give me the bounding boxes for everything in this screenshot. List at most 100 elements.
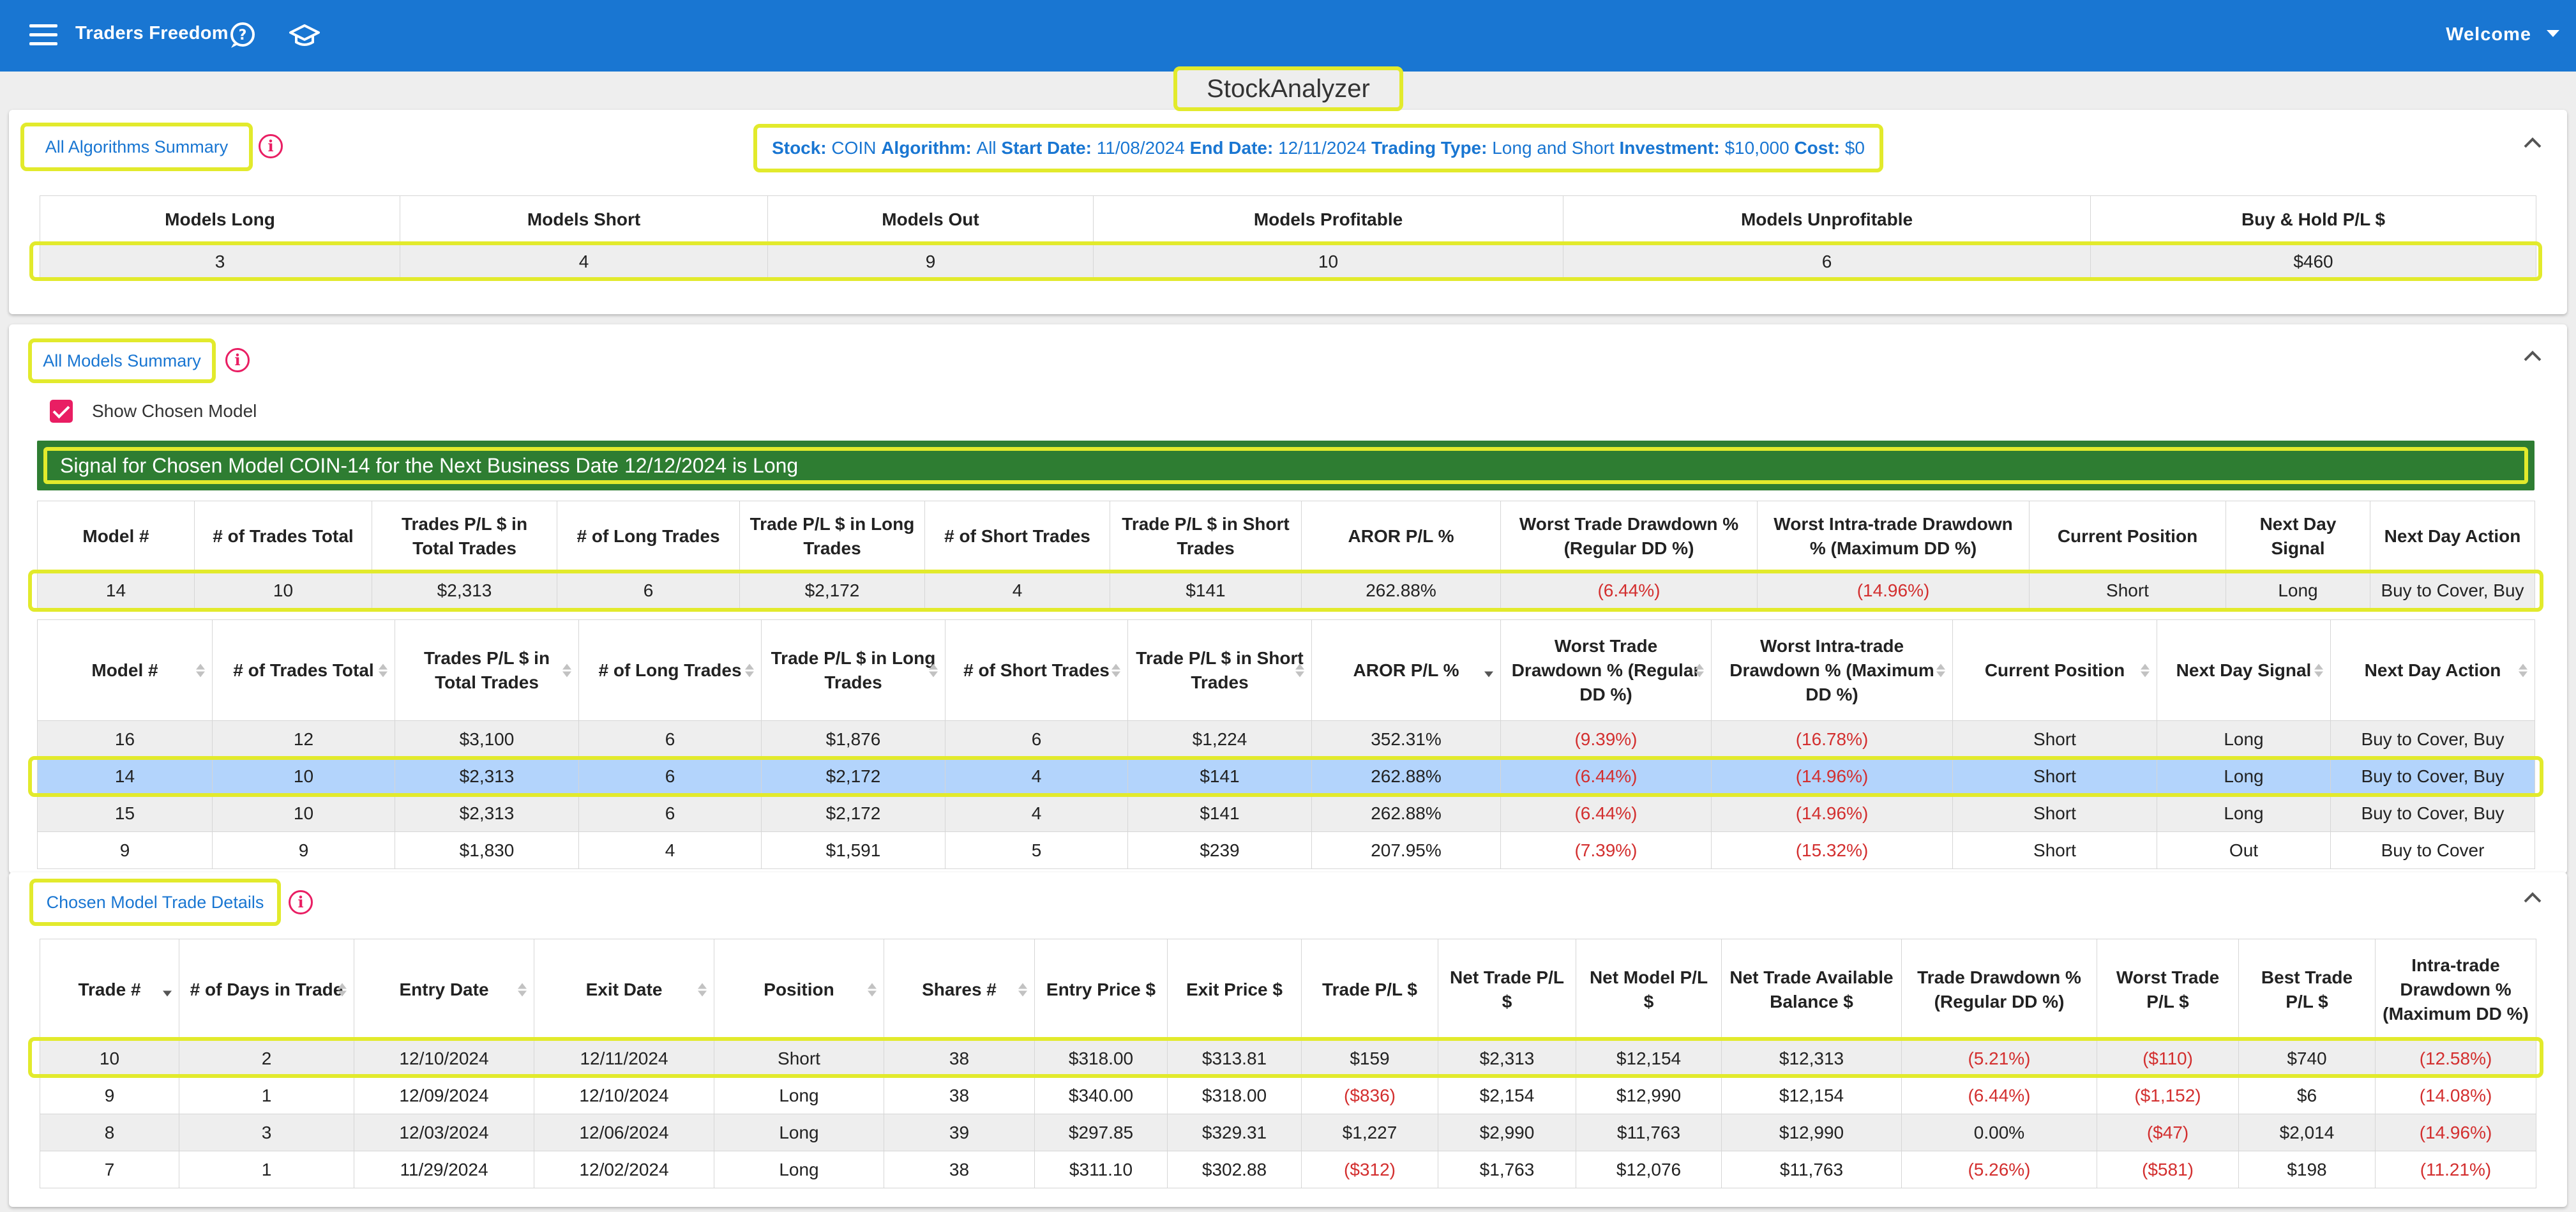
column-header-trade-pl-short[interactable]: Trade P/L $ in Short Trades (1127, 619, 1312, 721)
sort-icon[interactable] (1694, 662, 1705, 679)
cell: (12.58%) (2375, 1040, 2536, 1077)
table-row[interactable]: 10 2 12/10/2024 12/11/2024 Short 38 $318… (40, 1040, 2536, 1077)
cell: 6 (578, 720, 762, 758)
show-chosen-model-checkbox[interactable] (50, 400, 73, 423)
sort-icon[interactable] (744, 662, 755, 679)
sort-icon[interactable] (195, 662, 206, 679)
column-header-worst-intra-dd[interactable]: Worst Intra-trade Drawdown % (Maximum DD… (1711, 619, 1953, 721)
column-header-trade-pl[interactable]: Trade P/L $ (1301, 939, 1438, 1040)
school-icon[interactable] (289, 22, 320, 50)
cell: 12/11/2024 (534, 1040, 714, 1077)
info-icon[interactable]: i (259, 134, 283, 158)
column-header-current-position[interactable]: Current Position (1952, 619, 2157, 721)
sort-icon[interactable] (517, 981, 527, 998)
table-row-selected[interactable]: 14 10 $2,313 6 $2,172 4 $141 262.88% (6.… (37, 757, 2535, 795)
column-header-next-day-action[interactable]: Next Day Action (2330, 619, 2535, 721)
cell: Short (1952, 831, 2157, 869)
sort-icon[interactable] (562, 662, 572, 679)
column-header-model-number[interactable]: Model # (37, 619, 213, 721)
column-header-next-day-signal[interactable]: Next Day Signal (2157, 619, 2331, 721)
sort-icon[interactable] (1295, 662, 1305, 679)
cell: (15.32%) (1711, 831, 1953, 869)
column-header-trade-pl-long[interactable]: Trade P/L $ in Long Trades (761, 619, 945, 721)
header-label: Trade # (78, 979, 141, 999)
collapse-icon[interactable] (2522, 135, 2543, 151)
header-label: Exit Price $ (1186, 979, 1283, 999)
chosen-model-trade-details-button[interactable]: Chosen Model Trade Details (29, 879, 281, 926)
cell: (6.44%) (1500, 794, 1712, 832)
column-header-worst-trade-dd[interactable]: Worst Trade Drawdown % (Regular DD %) (1500, 619, 1712, 721)
table-row[interactable]: 8 3 12/03/2024 12/06/2024 Long 39 $297.8… (40, 1114, 2536, 1151)
collapse-icon[interactable] (2522, 890, 2543, 905)
table-row[interactable]: 7 1 11/29/2024 12/02/2024 Long 38 $311.1… (40, 1151, 2536, 1188)
column-header-days-in-trade[interactable]: # of Days in Trade (179, 939, 354, 1040)
sort-icon[interactable] (1111, 662, 1121, 679)
column-header-short-trades[interactable]: # of Short Trades (945, 619, 1128, 721)
column-header-exit-price[interactable]: Exit Price $ (1167, 939, 1302, 1040)
menu-icon[interactable] (29, 24, 57, 46)
all-algorithms-summary-button[interactable]: All Algorithms Summary (20, 123, 253, 171)
sort-icon[interactable] (378, 662, 388, 679)
column-header-net-trade-pl[interactable]: Net Trade P/L $ (1438, 939, 1576, 1040)
table-row[interactable]: 16 12 $3,100 6 $1,876 6 $1,224 352.31% (… (37, 720, 2535, 758)
column-header-entry-price[interactable]: Entry Price $ (1034, 939, 1168, 1040)
table-row[interactable]: 9 9 $1,830 4 $1,591 5 $239 207.95% (7.39… (37, 831, 2535, 869)
column-header-best-trade-pl[interactable]: Best Trade P/L $ (2238, 939, 2376, 1040)
column-header-aror[interactable]: AROR P/L % (1311, 619, 1501, 721)
sort-desc-icon[interactable] (162, 981, 172, 998)
column-header-trades-pl-total[interactable]: Trades P/L $ in Total Trades (395, 619, 579, 721)
brand-title[interactable]: Traders Freedom (75, 23, 229, 44)
cell: Short (1952, 757, 2157, 795)
sort-icon[interactable] (1936, 662, 1946, 679)
trade-details-table: Trade # # of Days in Trade Entry Date Ex… (40, 939, 2536, 1188)
collapse-icon[interactable] (2522, 349, 2543, 364)
cell: ($312) (1301, 1151, 1438, 1188)
column-header-shares[interactable]: Shares # (884, 939, 1035, 1040)
cell: $1,830 (395, 831, 579, 869)
sort-icon[interactable] (337, 981, 347, 998)
column-header-trades-total[interactable]: # of Trades Total (212, 619, 395, 721)
cell: (14.96%) (1711, 757, 1953, 795)
sort-icon[interactable] (697, 981, 707, 998)
sort-icon[interactable] (2518, 662, 2528, 679)
header-models-out: Models Out (767, 195, 1094, 243)
cell: 7 (40, 1151, 179, 1188)
chevron-down-icon[interactable] (2547, 30, 2559, 37)
column-header-entry-date[interactable]: Entry Date (354, 939, 534, 1040)
all-models-summary-button[interactable]: All Models Summary (28, 338, 216, 383)
help-icon[interactable]: ? (229, 22, 257, 50)
column-header-trade-drawdown[interactable]: Trade Drawdown % (Regular DD %) (1901, 939, 2097, 1040)
header-worst-intra-dd: Worst Intra-trade Drawdown % (Maximum DD… (1757, 501, 2030, 572)
cell: $141 (1127, 757, 1312, 795)
cell: 3 (40, 243, 400, 280)
chosen-model-row[interactable]: 14 10 $2,313 6 $2,172 4 $141 262.88% (6.… (37, 571, 2535, 610)
column-header-net-model-pl[interactable]: Net Model P/L $ (1576, 939, 1722, 1040)
sort-icon[interactable] (2314, 662, 2324, 679)
info-icon[interactable]: i (225, 348, 250, 372)
column-header-position[interactable]: Position (714, 939, 884, 1040)
column-header-long-trades[interactable]: # of Long Trades (578, 619, 762, 721)
param-cost-value: $0 (1844, 138, 1865, 158)
param-start-date-value: 11/08/2024 (1096, 138, 1185, 158)
column-header-trade-number[interactable]: Trade # (40, 939, 179, 1040)
sort-icon[interactable] (867, 981, 877, 998)
sort-desc-icon[interactable] (1484, 662, 1494, 679)
param-investment-label: Investment: (1619, 138, 1720, 158)
column-header-available-balance[interactable]: Net Trade Available Balance $ (1721, 939, 1902, 1040)
info-icon[interactable]: i (289, 890, 313, 914)
cell: $11,763 (1721, 1151, 1902, 1188)
cell: 6 (945, 720, 1128, 758)
column-header-intra-trade-drawdown[interactable]: Intra-trade Drawdown % (Maximum DD %) (2375, 939, 2536, 1040)
cell: 207.95% (1311, 831, 1501, 869)
sort-icon[interactable] (1018, 981, 1028, 998)
column-header-worst-trade-pl[interactable]: Worst Trade P/L $ (2097, 939, 2239, 1040)
table-row[interactable]: 9 1 12/09/2024 12/10/2024 Long 38 $340.0… (40, 1077, 2536, 1114)
cell: 1 (179, 1077, 354, 1114)
sort-icon[interactable] (2140, 662, 2150, 679)
welcome-menu[interactable]: Welcome (2446, 24, 2531, 45)
sort-icon[interactable] (928, 662, 938, 679)
column-header-exit-date[interactable]: Exit Date (534, 939, 714, 1040)
signal-banner: Signal for Chosen Model COIN-14 for the … (37, 441, 2535, 490)
table-row[interactable]: 15 10 $2,313 6 $2,172 4 $141 262.88% (6.… (37, 794, 2535, 832)
param-cost-label: Cost: (1794, 138, 1840, 158)
